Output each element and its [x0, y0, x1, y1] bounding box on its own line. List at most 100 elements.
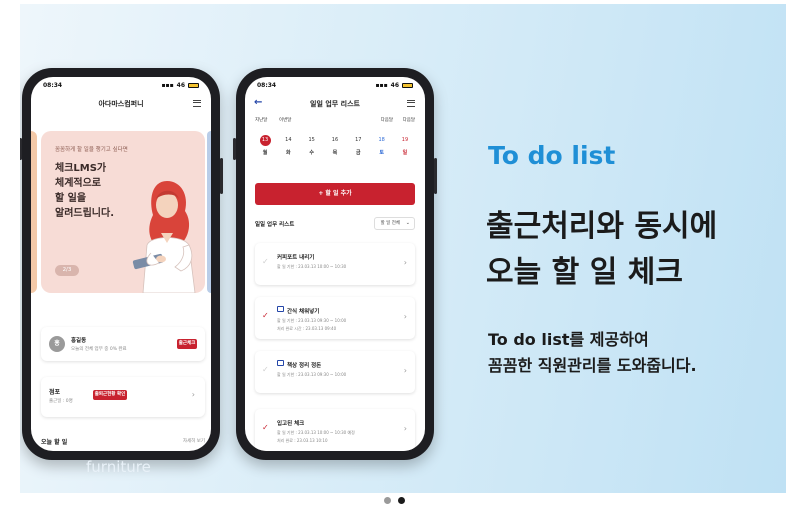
app-header: ← 일일 업무 리스트: [245, 93, 425, 115]
status-icons: ▪▪▪ 46: [375, 82, 413, 89]
attendance-card[interactable]: 점포 출근일 : 0명 출퇴근현황 확인 ›: [41, 377, 205, 417]
watermark-caption: furniture: [86, 458, 151, 476]
calendar-day-number: 13: [259, 135, 271, 146]
chevron-right-icon: ›: [403, 424, 407, 433]
attendance-status-button[interactable]: 출퇴근현황 확인: [93, 390, 127, 400]
store-title: 점포: [49, 389, 61, 396]
task-title: 커피포트 내리기: [277, 255, 315, 261]
headline-line-2: 오늘 할 일 체크: [486, 255, 683, 290]
next-period-link[interactable]: 다음달: [381, 117, 393, 123]
status-icons: ▪▪▪ 46: [161, 82, 199, 89]
task-filter-value: 할 일 전체: [380, 221, 400, 226]
task-item[interactable]: ✓ 커피포트 내리기할 일 기한 : 23.03.13 10:00 ~ 10:30…: [255, 243, 415, 285]
phone-volume-button: [20, 138, 22, 160]
check-icon[interactable]: ✓: [262, 365, 269, 374]
calendar-day[interactable]: 17 금: [348, 135, 368, 163]
calendar-day-number: 17: [355, 137, 362, 143]
app-title: 아다마스컴퍼니: [98, 100, 144, 108]
woman-with-tablet-illustration: [132, 181, 196, 293]
chevron-right-icon: ›: [191, 390, 195, 399]
battery-icon: [188, 82, 199, 88]
signal-label: 46: [176, 81, 185, 89]
calendar-day-weekday: 목: [332, 150, 338, 156]
calendar-day-weekday: 금: [356, 150, 361, 156]
avatar: 홍: [49, 336, 65, 352]
status-bar: 08:34 ▪▪▪ 46: [31, 77, 211, 93]
chevron-down-icon: ⌄: [405, 220, 410, 226]
calendar-day-weekday: 화: [286, 150, 291, 156]
today-tasks-more-link[interactable]: 자세히 보기: [183, 438, 205, 444]
task-filter-select[interactable]: 할 일 전체 ⌄: [373, 217, 415, 230]
feature-description: To do list를 제공하여 꼼꼼한 직원관리를 도와줍니다.: [488, 327, 697, 379]
pagination-dot-1[interactable]: [384, 497, 391, 504]
task-completed-time: 처리 완료 시간 : 23.03.13 09:40: [277, 326, 337, 331]
task-completed-time: 처리 완료 : 23.03.13 10:10: [277, 438, 328, 443]
calendar-day-number: 15: [308, 137, 315, 143]
calendar-day[interactable]: 18 토: [372, 135, 392, 163]
today-tasks-title: 오늘 할 일: [41, 439, 68, 446]
carousel-pagination: [384, 497, 408, 505]
calendar-day[interactable]: 13 월: [255, 135, 275, 163]
task-title: 입고된 체크: [277, 421, 305, 427]
signal-icon: ▪▪▪: [375, 81, 388, 89]
next-month-link[interactable]: 다음달: [403, 117, 415, 123]
check-icon[interactable]: ✓: [262, 257, 269, 266]
phone-tasks-screen: 08:34 ▪▪▪ 46 ← 일일 업무 리스트 지난달 이번달 다음달 다음달…: [245, 77, 425, 451]
carousel-next-card[interactable]: [207, 131, 211, 293]
attendance-count: 출근일 : 0명: [49, 399, 73, 404]
task-list-header: 일일 업무 리스트 할 일 전체 ⌄: [255, 217, 415, 231]
headline-line-1: 출근처리와 동시에: [486, 209, 718, 244]
chevron-right-icon: ›: [403, 366, 407, 375]
task-item[interactable]: ✓ 책상 정리 정돈할 일 기한 : 23.03.13 09:30 ~ 10:00…: [255, 351, 415, 393]
hero-page-indicator: 2/3: [55, 265, 79, 276]
signal-label: 46: [390, 81, 399, 89]
task-deadline: 할 일 기한 : 23.03.13 09:30 ~ 10:00: [277, 318, 347, 323]
phone-tasks: 08:34 ▪▪▪ 46 ← 일일 업무 리스트 지난달 이번달 다음달 다음달…: [233, 68, 437, 460]
camera-icon: [277, 306, 284, 312]
week-calendar: 13 월 14 화 15 수 16 목 17 금 18 토 19 일: [255, 135, 415, 163]
task-item[interactable]: ✓ 입고된 체크할 일 기한 : 23.03.13 10:00 ~ 10:30 예…: [255, 409, 415, 451]
back-arrow-icon[interactable]: ←: [254, 97, 262, 108]
add-task-button[interactable]: + 할 일 추가: [255, 183, 415, 205]
pagination-dot-2[interactable]: [398, 497, 405, 504]
task-item[interactable]: ✓ 간식 채워넣기할 일 기한 : 23.03.13 09:30 ~ 10:00 처…: [255, 297, 415, 339]
check-icon[interactable]: ✓: [262, 311, 269, 320]
calendar-day-number: 18: [378, 137, 385, 143]
calendar-day[interactable]: 15 수: [302, 135, 322, 163]
task-list-title: 일일 업무 리스트: [255, 222, 295, 228]
carousel-prev-card[interactable]: [31, 131, 37, 293]
hamburger-menu-icon[interactable]: [407, 100, 415, 107]
calendar-day[interactable]: 14 화: [278, 135, 298, 163]
current-period-link[interactable]: 이번달: [279, 117, 291, 123]
today-tasks-header: 오늘 할 일 자세히 보기: [41, 437, 205, 449]
prev-period-link[interactable]: 지난달: [255, 117, 267, 123]
camera-icon: [277, 360, 284, 366]
feature-headline: 출근처리와 동시에 오늘 할 일 체크: [486, 204, 717, 296]
hamburger-menu-icon[interactable]: [193, 100, 201, 107]
hero-subtitle: 꼼꼼하게 할 일을 챙기고 싶다면: [55, 147, 128, 153]
clockin-card: 홍 홍길동 오늘의 전체 업무 중 0% 완료 출근체크: [41, 327, 205, 361]
calendar-day[interactable]: 16 목: [325, 135, 345, 163]
calendar-day-number: 19: [401, 137, 409, 143]
task-deadline: 할 일 기한 : 23.03.13 09:30 ~ 10:00: [277, 372, 347, 377]
task-deadline: 할 일 기한 : 23.03.13 10:00 ~ 10:30 예정: [277, 430, 355, 435]
phone-volume-button: [233, 138, 236, 160]
task-deadline: 할 일 기한 : 23.03.13 10:00 ~ 10:30: [277, 264, 347, 269]
phone-power-button: [220, 158, 223, 194]
battery-icon: [402, 82, 413, 88]
calendar-day-weekday: 토: [379, 150, 384, 156]
phone-home: 08:34 ▪▪▪ 46 아다마스컴퍼니 꼼꼼하게 할 일을 챙기고 싶다면 체…: [20, 68, 223, 460]
clockin-button[interactable]: 출근체크: [177, 339, 197, 349]
calendar-day[interactable]: 19 일: [395, 135, 415, 163]
hero-banner-card[interactable]: 꼼꼼하게 할 일을 챙기고 싶다면 체크LMS가 체계적으로 할 일을 알려드립…: [41, 131, 205, 293]
progress-text: 오늘의 전체 업무 중 0% 완료: [71, 347, 127, 352]
status-time: 08:34: [257, 81, 277, 89]
task-title: 간식 채워넣기: [287, 309, 320, 315]
check-icon[interactable]: ✓: [262, 423, 269, 432]
signal-icon: ▪▪▪: [161, 81, 174, 89]
app-header: 아다마스컴퍼니: [31, 93, 211, 115]
phone-power-button: [434, 158, 437, 194]
calendar-day-weekday: 월: [262, 150, 268, 156]
phone-home-screen: 08:34 ▪▪▪ 46 아다마스컴퍼니 꼼꼼하게 할 일을 챙기고 싶다면 체…: [31, 77, 211, 451]
task-title: 책상 정리 정돈: [287, 363, 322, 369]
